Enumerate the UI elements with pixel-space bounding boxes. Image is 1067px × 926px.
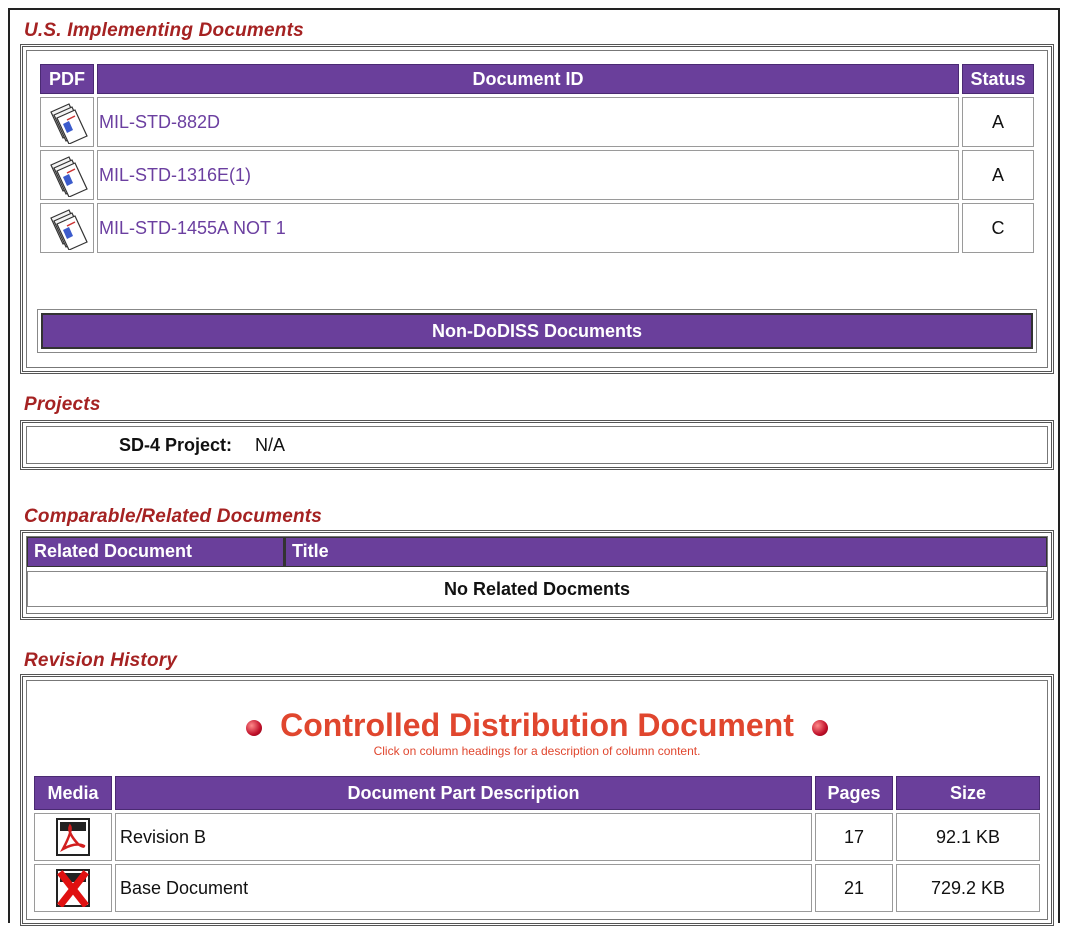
implementing-section-title: U.S. Implementing Documents bbox=[24, 20, 304, 41]
revision-panel: Controlled Distribution Document Click o… bbox=[20, 674, 1054, 926]
projects-row: SD-4 Project: N/A bbox=[119, 435, 285, 456]
document-link[interactable]: MIL-STD-1316E(1) bbox=[99, 165, 251, 185]
column-header-document-part-description[interactable]: Document Part Description bbox=[115, 776, 812, 810]
size-cell: 729.2 KB bbox=[896, 864, 1040, 912]
column-header-related-document[interactable]: Related Document bbox=[28, 538, 286, 566]
non-dodiss-documents-link[interactable]: Non-DoDISS Documents bbox=[41, 313, 1033, 349]
document-link[interactable]: MIL-STD-1455A NOT 1 bbox=[99, 218, 286, 238]
sd4-project-label: SD-4 Project: bbox=[119, 435, 233, 455]
document-id-cell: MIL-STD-882D bbox=[97, 97, 959, 147]
revision-section-title: Revision History bbox=[24, 650, 178, 671]
column-header-pdf[interactable]: PDF bbox=[40, 64, 94, 94]
red-bullet-icon bbox=[246, 719, 263, 736]
pdf-cell[interactable] bbox=[40, 97, 94, 147]
status-cell: A bbox=[962, 97, 1034, 147]
non-dodiss-frame: Non-DoDISS Documents bbox=[37, 309, 1037, 353]
controlled-distribution-title: Controlled Distribution Document bbox=[280, 707, 794, 743]
related-header-row: Related Document Title bbox=[27, 537, 1047, 567]
document-id-cell: MIL-STD-1316E(1) bbox=[97, 150, 959, 200]
status-cell: A bbox=[962, 150, 1034, 200]
pdf-cell[interactable] bbox=[40, 150, 94, 200]
red-bullet-icon bbox=[811, 719, 828, 736]
size-cell: 92.1 KB bbox=[896, 813, 1040, 861]
column-header-media[interactable]: Media bbox=[34, 776, 112, 810]
document-id-cell: MIL-STD-1455A NOT 1 bbox=[97, 203, 959, 253]
table-row: MIL-STD-1316E(1) A bbox=[40, 150, 1034, 200]
projects-panel: SD-4 Project: N/A bbox=[20, 420, 1054, 470]
page-frame: U.S. Implementing Documents PDF Document… bbox=[8, 8, 1060, 926]
column-header-document-id[interactable]: Document ID bbox=[97, 64, 959, 94]
pdf-unavailable-icon[interactable] bbox=[56, 869, 90, 907]
no-related-documents-message: No Related Docments bbox=[27, 571, 1047, 607]
sd4-project-value: N/A bbox=[255, 435, 286, 455]
document-link[interactable]: MIL-STD-882D bbox=[99, 112, 220, 132]
document-stack-icon[interactable] bbox=[45, 153, 89, 197]
document-part-description-cell: Revision B bbox=[115, 813, 812, 861]
table-row: MIL-STD-882D A bbox=[40, 97, 1034, 147]
column-headings-note: Click on column headings for a descripti… bbox=[373, 744, 701, 758]
controlled-distribution-banner: Controlled Distribution Document Click o… bbox=[23, 707, 1051, 758]
status-cell: C bbox=[962, 203, 1034, 253]
document-stack-icon[interactable] bbox=[45, 206, 89, 250]
document-stack-icon[interactable] bbox=[45, 100, 89, 144]
table-row: Base Document 21 729.2 KB bbox=[34, 864, 1040, 912]
implementing-panel: PDF Document ID Status MIL-STD-882D A MI… bbox=[20, 44, 1054, 374]
media-cell[interactable] bbox=[34, 864, 112, 912]
pages-cell: 17 bbox=[815, 813, 893, 861]
table-row: MIL-STD-1455A NOT 1 C bbox=[40, 203, 1034, 253]
column-header-title[interactable]: Title bbox=[286, 538, 335, 566]
document-part-description-cell: Base Document bbox=[115, 864, 812, 912]
pdf-cell[interactable] bbox=[40, 203, 94, 253]
implementing-table: PDF Document ID Status MIL-STD-882D A MI… bbox=[37, 61, 1037, 256]
related-section-title: Comparable/Related Documents bbox=[24, 506, 323, 527]
media-cell[interactable] bbox=[34, 813, 112, 861]
related-panel: Related Document Title No Related Docmen… bbox=[20, 530, 1054, 620]
column-header-status[interactable]: Status bbox=[962, 64, 1034, 94]
column-header-pages[interactable]: Pages bbox=[815, 776, 893, 810]
table-row: Revision B 17 92.1 KB bbox=[34, 813, 1040, 861]
projects-section-title: Projects bbox=[24, 394, 101, 415]
pages-cell: 21 bbox=[815, 864, 893, 912]
revision-table: Media Document Part Description Pages Si… bbox=[31, 773, 1043, 915]
pdf-icon[interactable] bbox=[56, 818, 90, 856]
column-header-size[interactable]: Size bbox=[896, 776, 1040, 810]
